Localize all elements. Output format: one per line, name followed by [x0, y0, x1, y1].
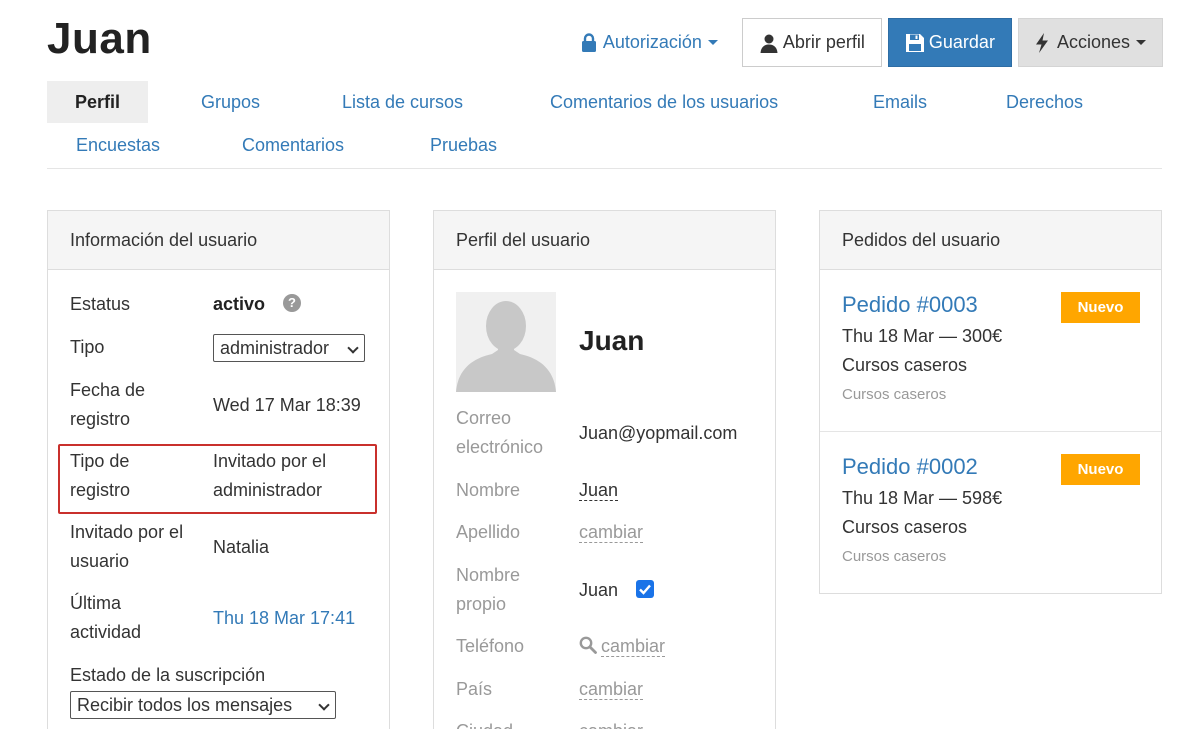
own-name-checkbox[interactable] [636, 580, 654, 598]
registration-type-label: Tipo de registro [70, 451, 131, 500]
avatar [456, 292, 556, 392]
chevron-down-icon [347, 342, 359, 354]
tab-comentarios-usuarios[interactable]: Comentarios de los usuarios [550, 81, 778, 123]
user-icon [760, 34, 778, 53]
tab-lista-de-cursos[interactable]: Lista de cursos [342, 81, 463, 123]
tab-emails[interactable]: Emails [873, 81, 927, 123]
order-product: Cursos caseros [842, 355, 968, 375]
page-title: Juan [47, 14, 152, 63]
subscription-select-value: Recibir todos los mensajes [77, 695, 293, 715]
type-select-value: administrador [220, 338, 330, 358]
tab-bar: Perfil Grupos Lista de cursos Comentario… [47, 81, 1162, 169]
order-date-price: Thu 18 Mar — 598€ [842, 488, 1003, 508]
status-badge: Nuevo [1061, 454, 1140, 485]
open-profile-label: Abrir perfil [782, 32, 865, 52]
type-select[interactable]: administrador [213, 334, 365, 362]
user-info-heading: Información del usuario [48, 211, 389, 270]
save-label: Guardar [928, 32, 995, 52]
tab-perfil[interactable]: Perfil [47, 81, 149, 123]
user-info-panel: Información del usuario Estatus activo ?… [47, 210, 390, 729]
status-value: activo [213, 294, 266, 314]
save-button[interactable]: Guardar [887, 18, 1012, 67]
authorization-dropdown[interactable]: Autorización [581, 32, 718, 53]
order-product-sub: Cursos caseros [842, 548, 947, 565]
order-item: Pedido #0003 Nuevo Thu 18 Mar — 300€ Cur… [820, 270, 1161, 432]
bolt-icon [1035, 32, 1048, 53]
question-circle-icon[interactable]: ? [283, 294, 301, 312]
tab-derechos[interactable]: Derechos [1006, 81, 1083, 123]
open-profile-button[interactable]: Abrir perfil [741, 18, 882, 67]
chevron-down-icon [318, 699, 330, 711]
email-label: Correo electrónico [456, 408, 544, 457]
registration-date-label: Fecha de registro [70, 380, 146, 429]
floppy-disk-icon [905, 33, 924, 52]
last-activity-label: Última actividad [70, 593, 142, 642]
own-name-value: Juan [579, 580, 619, 600]
own-name-label: Nombre propio [456, 565, 521, 614]
chevron-down-icon [1136, 40, 1146, 45]
registration-type-value: Invitado por el administrador [213, 451, 327, 500]
email-value: Juan@yopmail.com [579, 423, 738, 443]
last-activity-value[interactable]: Thu 18 Mar 17:41 [213, 604, 355, 633]
status-badge: Nuevo [1061, 292, 1140, 323]
country-label: País [456, 679, 493, 699]
orders-panel: Pedidos del usuario Pedido #0003 Nuevo T… [819, 210, 1162, 594]
profile-name: Juan [579, 325, 645, 356]
search-icon [579, 636, 597, 654]
last-name-value[interactable]: cambiar [579, 518, 644, 547]
order-product: Cursos caseros [842, 517, 968, 537]
user-profile-heading: Perfil del usuario [434, 211, 775, 270]
tab-encuestas[interactable]: Encuestas [76, 124, 160, 166]
first-name-value[interactable]: Juan [579, 476, 619, 505]
type-label: Tipo [70, 337, 105, 357]
header-actions: Autorización Abrir perfil Guardar Accion… [581, 18, 1163, 67]
invited-by-label: Invitado por el usuario [70, 522, 184, 571]
last-name-label: Apellido [456, 522, 521, 542]
phone-value[interactable]: cambiar [579, 632, 666, 661]
actions-dropdown[interactable]: Acciones [1017, 18, 1163, 67]
status-label: Estatus [70, 294, 131, 314]
default-avatar-icon [456, 292, 556, 392]
user-profile-panel: Perfil del usuario Juan Correo electrónic… [433, 210, 776, 729]
authorization-label: Autorización [602, 32, 702, 52]
orders-heading: Pedidos del usuario [820, 211, 1161, 270]
order-product-sub: Cursos caseros [842, 386, 947, 403]
city-label: Ciudad [456, 717, 513, 729]
lock-icon [581, 32, 596, 52]
registration-date-value: Wed 17 Mar 18:39 [213, 395, 361, 415]
chevron-down-icon [707, 40, 718, 45]
subscription-label: Estado de la suscripción [70, 665, 266, 685]
phone-label: Teléfono [456, 636, 525, 656]
first-name-label: Nombre [456, 480, 521, 500]
invited-by-value: Natalia [213, 537, 270, 557]
subscription-select[interactable]: Recibir todos los mensajes [70, 691, 336, 719]
actions-label: Acciones [1056, 32, 1130, 52]
country-value[interactable]: cambiar [579, 675, 644, 704]
order-item: Pedido #0002 Nuevo Thu 18 Mar — 598€ Cur… [820, 432, 1161, 594]
city-value[interactable]: cambiar [579, 717, 644, 729]
order-title-link[interactable]: Pedido #0003 [842, 292, 978, 318]
tab-grupos[interactable]: Grupos [201, 81, 260, 123]
order-date-price: Thu 18 Mar — 300€ [842, 326, 1003, 346]
tab-pruebas[interactable]: Pruebas [430, 124, 497, 166]
tab-comentarios[interactable]: Comentarios [242, 124, 344, 166]
order-title-link[interactable]: Pedido #0002 [842, 454, 978, 480]
